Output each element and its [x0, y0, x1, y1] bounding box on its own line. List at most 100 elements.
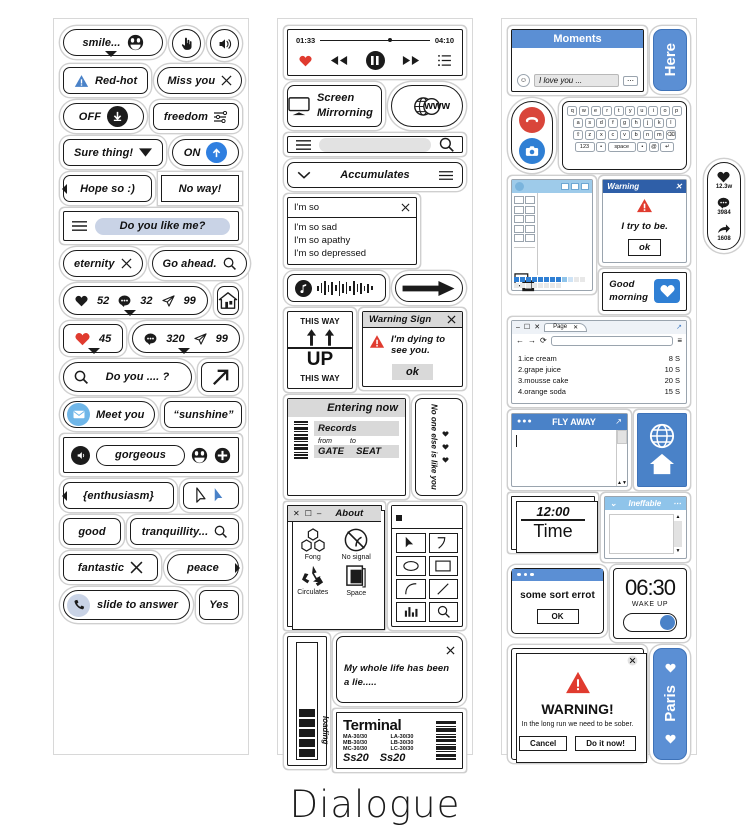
- moments-window[interactable]: Moments ☺ I love you ... ⋯: [511, 29, 644, 92]
- url-input[interactable]: [550, 335, 674, 346]
- search-icon[interactable]: [74, 370, 88, 384]
- good-chip[interactable]: good: [63, 518, 121, 545]
- share-unit[interactable]: 1608: [717, 223, 731, 242]
- hope-so-chip[interactable]: Hope so :): [62, 175, 152, 202]
- maximize-icon[interactable]: [571, 183, 580, 190]
- key[interactable]: z: [584, 130, 595, 140]
- dialog-actions[interactable]: Cancel Do it now!: [519, 736, 636, 752]
- key[interactable]: f: [607, 118, 618, 128]
- my-whole-life-dialog[interactable]: My whole life has been a lie.....: [336, 635, 463, 704]
- key[interactable]: i: [648, 106, 659, 116]
- www-button[interactable]: www: [391, 85, 463, 127]
- key[interactable]: h: [631, 118, 642, 128]
- key[interactable]: p: [671, 106, 682, 116]
- about-icons-grid[interactable]: Fong No signal Circulates Space: [288, 522, 381, 603]
- warning-small-dialog[interactable]: Warning ✕ I try to be. ok: [602, 179, 687, 263]
- menu-icon[interactable]: [72, 220, 87, 232]
- paint-tool[interactable]: [514, 196, 524, 204]
- curve-tool[interactable]: [396, 578, 426, 599]
- dropdown-option[interactable]: I'm so sad: [288, 221, 416, 234]
- social-rail[interactable]: 12.3w 3984 1608: [707, 162, 741, 250]
- search-icon[interactable]: [214, 525, 228, 538]
- key[interactable]: u: [636, 106, 647, 116]
- dropdown-header[interactable]: I'm so: [288, 198, 416, 218]
- paint-tool[interactable]: [525, 196, 535, 204]
- at-key[interactable]: @: [648, 142, 659, 152]
- tap-hand-button[interactable]: [172, 29, 201, 58]
- speaker-icon[interactable]: [71, 445, 90, 465]
- search-icon[interactable]: [223, 257, 236, 270]
- key[interactable]: c: [607, 130, 618, 140]
- about-item[interactable]: Space: [337, 565, 377, 597]
- paris-tab[interactable]: Paris: [653, 647, 687, 760]
- tranquillity-chip[interactable]: tranquillity...: [130, 518, 239, 545]
- paint-tool[interactable]: [514, 234, 524, 242]
- browser-tab[interactable]: Page ✕: [544, 322, 588, 332]
- scrollbar-thumb[interactable]: [617, 429, 627, 444]
- player-progress[interactable]: 01:33 04:10: [296, 36, 454, 45]
- close-icon[interactable]: [581, 183, 590, 190]
- emoji-icon[interactable]: ☺: [517, 74, 530, 87]
- key[interactable]: q: [567, 106, 578, 116]
- arrow-up-right-button[interactable]: [201, 362, 239, 392]
- chevron-down-icon[interactable]: [139, 148, 153, 157]
- gorgeous-field[interactable]: gorgeous: [96, 444, 185, 466]
- key[interactable]: b: [631, 130, 642, 140]
- go-ahead-chip[interactable]: Go ahead.: [151, 250, 247, 277]
- ok-button[interactable]: OK: [536, 608, 579, 624]
- close-icon[interactable]: [344, 642, 455, 660]
- close-icon[interactable]: ✕: [675, 182, 682, 191]
- backspace-key[interactable]: ⌫: [665, 130, 676, 140]
- key[interactable]: y: [625, 106, 636, 116]
- paint-tool[interactable]: [525, 215, 535, 223]
- dropdown-list[interactable]: I'm so I'm so sad I'm so apathy I'm so d…: [287, 197, 417, 265]
- red-hot-chip[interactable]: Red-hot: [63, 67, 149, 94]
- close-icon[interactable]: [447, 315, 456, 324]
- do-you-like-me-search[interactable]: Do you like me?: [63, 211, 239, 241]
- error-dialog[interactable]: some sort errot OK: [511, 567, 604, 634]
- next-icon[interactable]: [402, 56, 420, 65]
- cancel-button[interactable]: Cancel: [519, 736, 568, 752]
- on-chip[interactable]: ON: [172, 139, 239, 166]
- sliders-icon[interactable]: [214, 110, 228, 123]
- key[interactable]: a: [573, 118, 584, 128]
- paint-tool[interactable]: [514, 224, 524, 233]
- key[interactable]: x: [596, 130, 607, 140]
- minimize-icon[interactable]: –: [516, 324, 520, 331]
- about-item[interactable]: Circulates: [293, 565, 333, 597]
- stats-bar-one[interactable]: 52 32 99: [63, 286, 208, 316]
- paint-palette[interactable]: [512, 275, 592, 290]
- progress-track[interactable]: [320, 38, 430, 43]
- freedom-chip[interactable]: freedom: [152, 103, 239, 130]
- stats-bar-three[interactable]: 320 99: [132, 324, 240, 354]
- zoom-tool[interactable]: [428, 601, 458, 622]
- key[interactable]: t: [613, 106, 624, 116]
- search-icon[interactable]: [439, 137, 454, 152]
- paint-tool[interactable]: [525, 234, 535, 242]
- phone-icon[interactable]: [67, 593, 90, 617]
- eternity-chip[interactable]: eternity: [63, 250, 143, 277]
- paint-window[interactable]: [511, 179, 594, 292]
- maximize-icon[interactable]: ☐: [524, 323, 530, 331]
- about-window[interactable]: ✕ ☐ – About Fong No signal Circulates Sp…: [287, 504, 385, 630]
- key[interactable]: k: [654, 118, 665, 128]
- key[interactable]: j: [642, 118, 653, 128]
- keyboard-row[interactable]: ⇧ z x c v b n m ⌫: [567, 130, 682, 140]
- more-icon[interactable]: ⋯: [623, 75, 638, 86]
- gorgeous-bar[interactable]: gorgeous: [63, 437, 239, 473]
- search-bar[interactable]: [287, 136, 463, 153]
- scrollbar[interactable]: ▲▼: [617, 429, 627, 486]
- return-key[interactable]: ↵: [660, 142, 675, 152]
- home-icon[interactable]: [649, 452, 675, 476]
- accumulates-bar[interactable]: Accumulates: [287, 162, 463, 188]
- volume-button[interactable]: [210, 29, 239, 58]
- good-morning-card[interactable]: Good morning: [602, 272, 687, 311]
- paint-tool[interactable]: [514, 215, 524, 223]
- key[interactable]: •: [596, 142, 607, 152]
- key[interactable]: •: [637, 142, 648, 152]
- key[interactable]: l: [665, 118, 676, 128]
- sure-thing-chip[interactable]: Sure thing!: [63, 139, 164, 166]
- paint-tool[interactable]: [525, 205, 535, 214]
- dropdown-option[interactable]: I'm so apathy: [288, 234, 416, 247]
- hangup-icon[interactable]: [519, 107, 545, 133]
